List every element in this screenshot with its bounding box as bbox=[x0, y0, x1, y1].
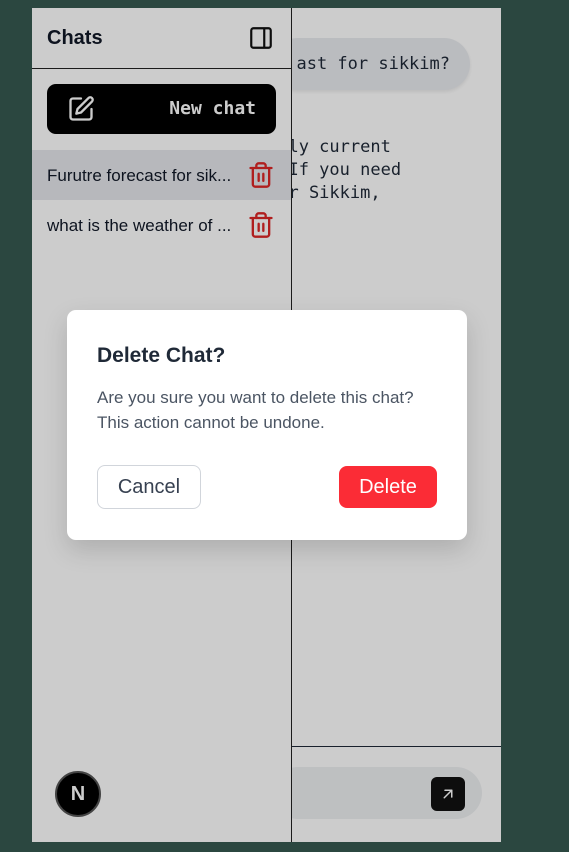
delete-chat-dialog: Delete Chat? Are you sure you want to de… bbox=[67, 310, 467, 540]
delete-button[interactable]: Delete bbox=[339, 466, 437, 508]
dialog-message: Are you sure you want to delete this cha… bbox=[97, 388, 414, 432]
dialog-title: Delete Chat? bbox=[97, 344, 226, 367]
cancel-button[interactable]: Cancel bbox=[97, 465, 201, 509]
